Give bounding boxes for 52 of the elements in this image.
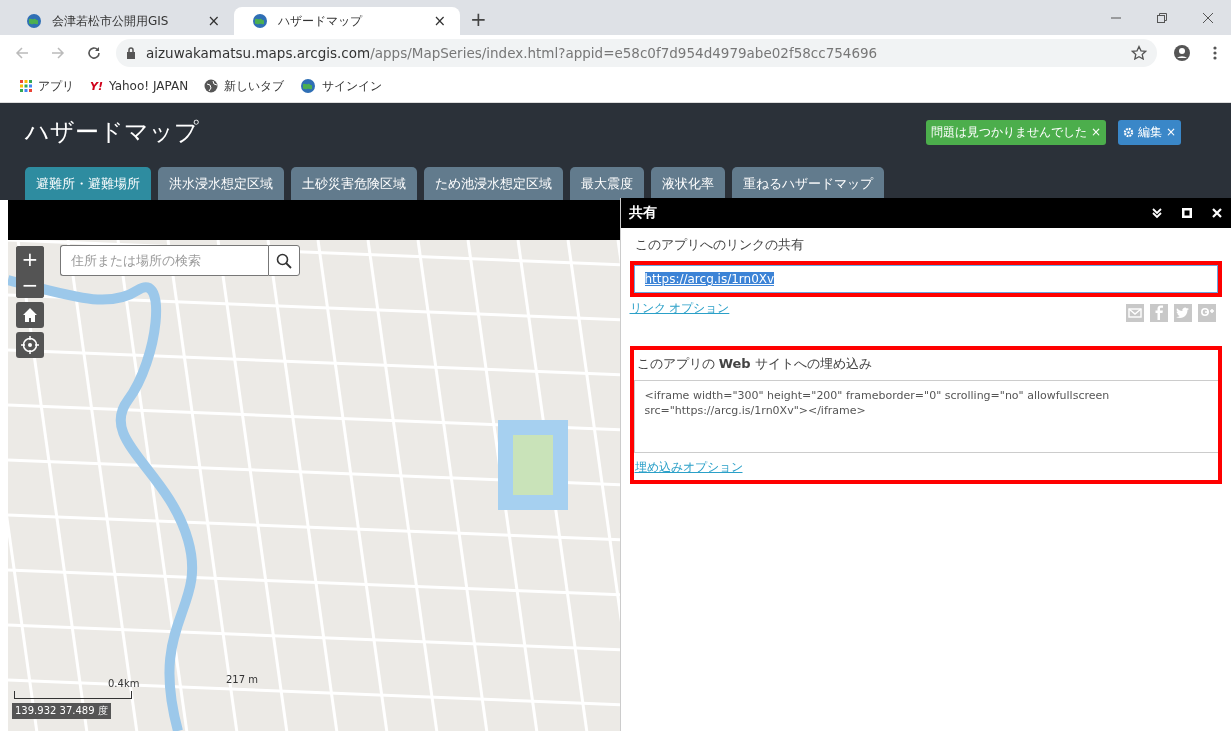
more-menu-icon[interactable] (1213, 44, 1217, 61)
map-tab[interactable]: 最大震度 (570, 167, 644, 200)
url-text: aizuwakamatsu.maps.arcgis.com/apps/MapSeries/index.html?appid=e58c0f7d954d4979abe02f58cc754696 (146, 44, 878, 61)
map-tab[interactable]: ため池浸水想定区域 (424, 167, 563, 200)
home-button[interactable] (16, 302, 44, 328)
locate-button[interactable] (16, 332, 44, 358)
star-icon[interactable] (1131, 44, 1147, 61)
app-title: ハザードマップ (25, 117, 199, 148)
globe-icon (204, 79, 219, 93)
gear-icon (1122, 126, 1134, 138)
tab-close-button[interactable]: × (207, 12, 220, 30)
browser-tab[interactable]: 会津若松市公開用GIS × (8, 7, 234, 35)
scale-label: 217 m (226, 674, 258, 685)
lock-icon (126, 46, 136, 59)
section-label: このアプリへのリンクの共有 (634, 236, 805, 254)
section-label: このアプリの Web サイトへの埋め込み (636, 355, 873, 373)
locate-icon (21, 336, 39, 354)
bookmark-item[interactable]: アプリ (20, 77, 74, 95)
tab-close-button[interactable]: × (433, 12, 446, 30)
bookmark-item[interactable]: 新しいタブ (204, 77, 285, 95)
tab-title: 会津若松市公開用GIS (52, 12, 170, 30)
reload-icon[interactable] (86, 44, 102, 61)
apps-grid-icon (20, 80, 32, 92)
scale-label: 0.4km (108, 678, 140, 689)
account-icon[interactable] (1173, 43, 1191, 62)
search-icon (276, 252, 292, 269)
new-tab-button[interactable]: + (470, 7, 487, 31)
search-field[interactable]: 住所または場所の検索 (60, 245, 268, 276)
logo: Y! (90, 79, 103, 93)
search-button[interactable] (268, 245, 300, 276)
map-tab[interactable]: 洪水浸水想定区域 (158, 167, 284, 200)
tab-title: ハザードマップ (278, 12, 364, 30)
browser-tab[interactable]: ハザードマップ × (234, 7, 460, 35)
map-tab[interactable]: 液状化率 (651, 167, 725, 200)
link-field[interactable]: https://arcg.is/1rn0Xv (633, 265, 1218, 293)
embed-code-field[interactable]: <iframe width="300" height="200" frameborder="0" scrolling="no" allowfullscreen src="https://arcg.is/1rn0Xv"></iframe> (633, 380, 1218, 453)
maximize-icon[interactable] (1181, 207, 1193, 219)
globe-icon (252, 13, 268, 29)
bookmark-item[interactable]: Y! Yahoo! JAPAN (90, 79, 189, 93)
edit-badge[interactable]: 編集 × (1117, 119, 1181, 145)
address-bar[interactable]: aizuwakamatsu.maps.arcgis.com/apps/MapSeries/index.html?appid=e58c0f7d954d4979abe02f58cc754696 (116, 38, 1157, 67)
panel-title: 共有 (628, 204, 658, 222)
map-tab[interactable]: 土砂災害危険区域 (291, 167, 417, 200)
globe-icon (300, 78, 317, 94)
coordinates-readout: 139.932 37.489 度 (12, 703, 111, 719)
collapse-icon[interactable] (1151, 207, 1163, 219)
home-icon (22, 307, 38, 323)
restore-icon[interactable] (1156, 11, 1168, 24)
map-tab[interactable]: 重ねるハザードマップ (732, 167, 884, 200)
globe-icon (26, 13, 42, 29)
map-tab[interactable]: 避難所・避難場所 (25, 167, 151, 200)
bookmark-item[interactable]: サインイン (300, 77, 383, 95)
